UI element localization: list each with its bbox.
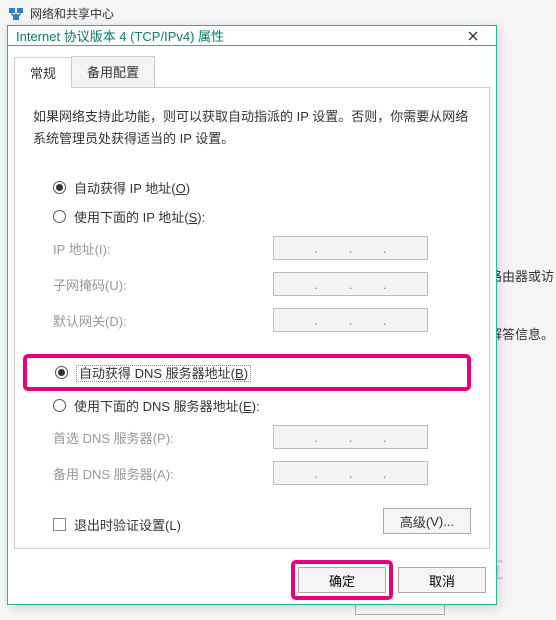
close-button[interactable] bbox=[458, 26, 488, 45]
preferred-dns-row: 首选 DNS 服务器(P): ... bbox=[33, 425, 471, 449]
background-header: 网络和共享中心 bbox=[0, 0, 556, 27]
radio-icon bbox=[55, 366, 68, 379]
radio-ip-manual-row[interactable]: 使用下面的 IP 地址(S): bbox=[33, 207, 471, 226]
description-text: 如果网络支持此功能，则可以获取自动指派的 IP 设置。否则，你需要从网络系统管理… bbox=[33, 106, 471, 150]
subnet-mask-label: 子网掩码(U): bbox=[53, 275, 273, 294]
alternate-dns-label: 备用 DNS 服务器(A): bbox=[53, 464, 273, 483]
network-center-icon bbox=[8, 6, 24, 22]
alternate-dns-input[interactable]: ... bbox=[273, 461, 428, 485]
ip-address-input[interactable]: ... bbox=[273, 236, 428, 260]
bg-partial-text-2: 解答信息。 bbox=[489, 324, 554, 343]
dialog-body: 常规 备用配置 如果网络支持此功能，则可以获取自动指派的 IP 设置。否则，你需… bbox=[8, 46, 496, 557]
ok-button[interactable]: 确定 bbox=[298, 567, 386, 593]
validate-on-exit-label: 退出时验证设置(L) bbox=[74, 515, 181, 534]
radio-icon bbox=[53, 210, 66, 223]
radio-icon bbox=[53, 181, 66, 194]
ip-address-label: IP 地址(I): bbox=[53, 239, 273, 258]
dialog-titlebar[interactable]: Internet 协议版本 4 (TCP/IPv4) 属性 bbox=[8, 26, 496, 46]
default-gateway-row: 默认网关(D): ... bbox=[33, 308, 471, 332]
alternate-dns-row: 备用 DNS 服务器(A): ... bbox=[33, 461, 471, 485]
default-gateway-input[interactable]: ... bbox=[273, 308, 428, 332]
advanced-button-wrap: 高级(V)... bbox=[383, 508, 471, 534]
tab-bar: 常规 备用配置 bbox=[14, 56, 490, 87]
tab-panel-general: 如果网络支持此功能，则可以获取自动指派的 IP 设置。否则，你需要从网络系统管理… bbox=[14, 87, 490, 549]
radio-dns-manual-label: 使用下面的 DNS 服务器地址(E): bbox=[74, 396, 260, 415]
radio-dns-manual-row[interactable]: 使用下面的 DNS 服务器地址(E): bbox=[33, 396, 471, 415]
dialog-title: Internet 协议版本 4 (TCP/IPv4) 属性 bbox=[16, 26, 458, 45]
checkbox-icon bbox=[53, 518, 66, 531]
preferred-dns-input[interactable]: ... bbox=[273, 425, 428, 449]
close-icon bbox=[468, 31, 478, 41]
ip-address-row: IP 地址(I): ... bbox=[33, 236, 471, 260]
radio-dns-auto-row[interactable]: 自动获得 DNS 服务器地址(B) bbox=[35, 363, 459, 382]
radio-ip-auto-label: 自动获得 IP 地址(O) bbox=[74, 178, 190, 197]
highlight-dns-auto: 自动获得 DNS 服务器地址(B) bbox=[23, 354, 471, 391]
subnet-mask-row: 子网掩码(U): ... bbox=[33, 272, 471, 296]
radio-dns-auto-label: 自动获得 DNS 服务器地址(B) bbox=[76, 363, 251, 382]
subnet-mask-input[interactable]: ... bbox=[273, 272, 428, 296]
highlight-ok: 确定 bbox=[291, 560, 393, 600]
tab-general[interactable]: 常规 bbox=[14, 57, 72, 88]
ipv4-properties-dialog: Internet 协议版本 4 (TCP/IPv4) 属性 常规 备用配置 如果… bbox=[7, 25, 497, 605]
default-gateway-label: 默认网关(D): bbox=[53, 311, 273, 330]
radio-ip-manual-label: 使用下面的 IP 地址(S): bbox=[74, 207, 205, 226]
advanced-button[interactable]: 高级(V)... bbox=[383, 508, 471, 534]
cancel-button[interactable]: 取消 bbox=[398, 567, 486, 593]
background-header-text: 网络和共享中心 bbox=[30, 5, 114, 22]
tab-alternate[interactable]: 备用配置 bbox=[71, 56, 155, 87]
radio-ip-auto-row[interactable]: 自动获得 IP 地址(O) bbox=[33, 178, 471, 197]
preferred-dns-label: 首选 DNS 服务器(P): bbox=[53, 428, 273, 447]
radio-icon bbox=[53, 399, 66, 412]
dialog-footer: 确定 取消 bbox=[8, 557, 496, 607]
